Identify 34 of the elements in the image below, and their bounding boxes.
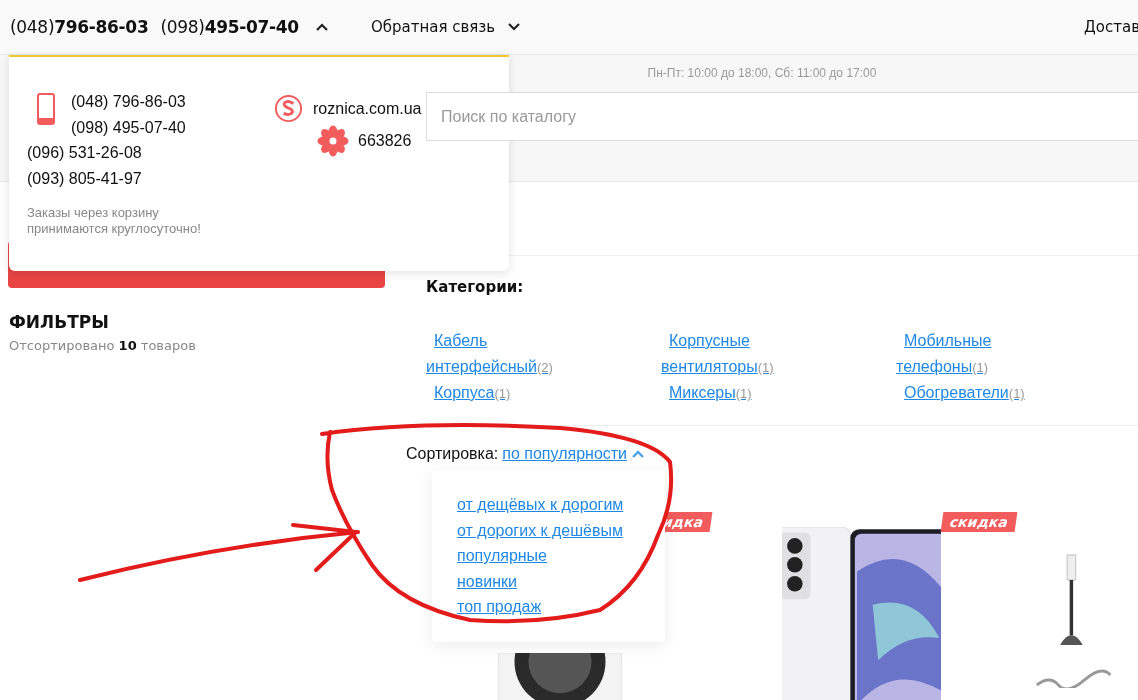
skype-contact[interactable]: roznica.com.ua (313, 95, 422, 122)
chevron-icon[interactable] (507, 22, 522, 32)
phone-number[interactable]: (048) 796-86-03 (71, 89, 186, 115)
phone-number[interactable]: (093) 805-41-97 (27, 165, 273, 191)
category-link[interactable]: Кабель интерфейсный(2) (426, 328, 576, 380)
feedback-link[interactable]: Обратная связь (370, 18, 496, 36)
phone-number[interactable]: (048)796-86-03 (10, 17, 149, 37)
sorted-count: Отсортировано 10 товаров (9, 338, 197, 353)
discount-badge: скидка (940, 511, 1018, 532)
category-link[interactable]: Обогреватели(1) (896, 380, 1046, 407)
filters-title: ФИЛЬТРЫ (9, 312, 110, 332)
flower-icon (317, 125, 349, 157)
sort-option[interactable]: популярные (457, 543, 547, 569)
search-field[interactable]: Поиск по каталогу (426, 92, 1138, 141)
category-link[interactable]: Миксеры(1) (661, 380, 811, 407)
skype-icon (273, 93, 304, 124)
mobile-phone-icon (37, 93, 55, 125)
phone-number[interactable]: (098) 495-07-40 (71, 114, 186, 140)
category-link[interactable]: Мобильные телефоны(1) (896, 328, 1046, 380)
phone-number[interactable]: (098)495-07-40 (160, 17, 299, 37)
category-link[interactable]: Корпусные вентиляторы(1) (661, 328, 811, 380)
sort-option[interactable]: топ продаж (457, 594, 542, 620)
chevron-icon[interactable] (314, 22, 329, 32)
sort-option[interactable]: от дорогих к дешёвым (457, 517, 623, 543)
icq-contact[interactable]: 663826 (358, 128, 412, 154)
sort-option[interactable]: новинки (457, 568, 517, 594)
sort-label: Сортировка: (406, 444, 499, 463)
phone-number[interactable]: (096) 531-26-08 (27, 140, 273, 166)
category-link[interactable]: Корпуса(1) (426, 380, 576, 407)
working-hours: Пн-Пт: 10:00 до 18:00, Сб: 11:00 до 17:00 (646, 65, 878, 82)
orders-note: Заказы через корзину принимаются круглосуточно! (27, 205, 202, 237)
sort-dropdown[interactable]: по популярности (502, 444, 628, 463)
categories-title: Категории: (426, 278, 525, 296)
sort-option[interactable]: от дещёвых к дорогим (457, 492, 624, 518)
